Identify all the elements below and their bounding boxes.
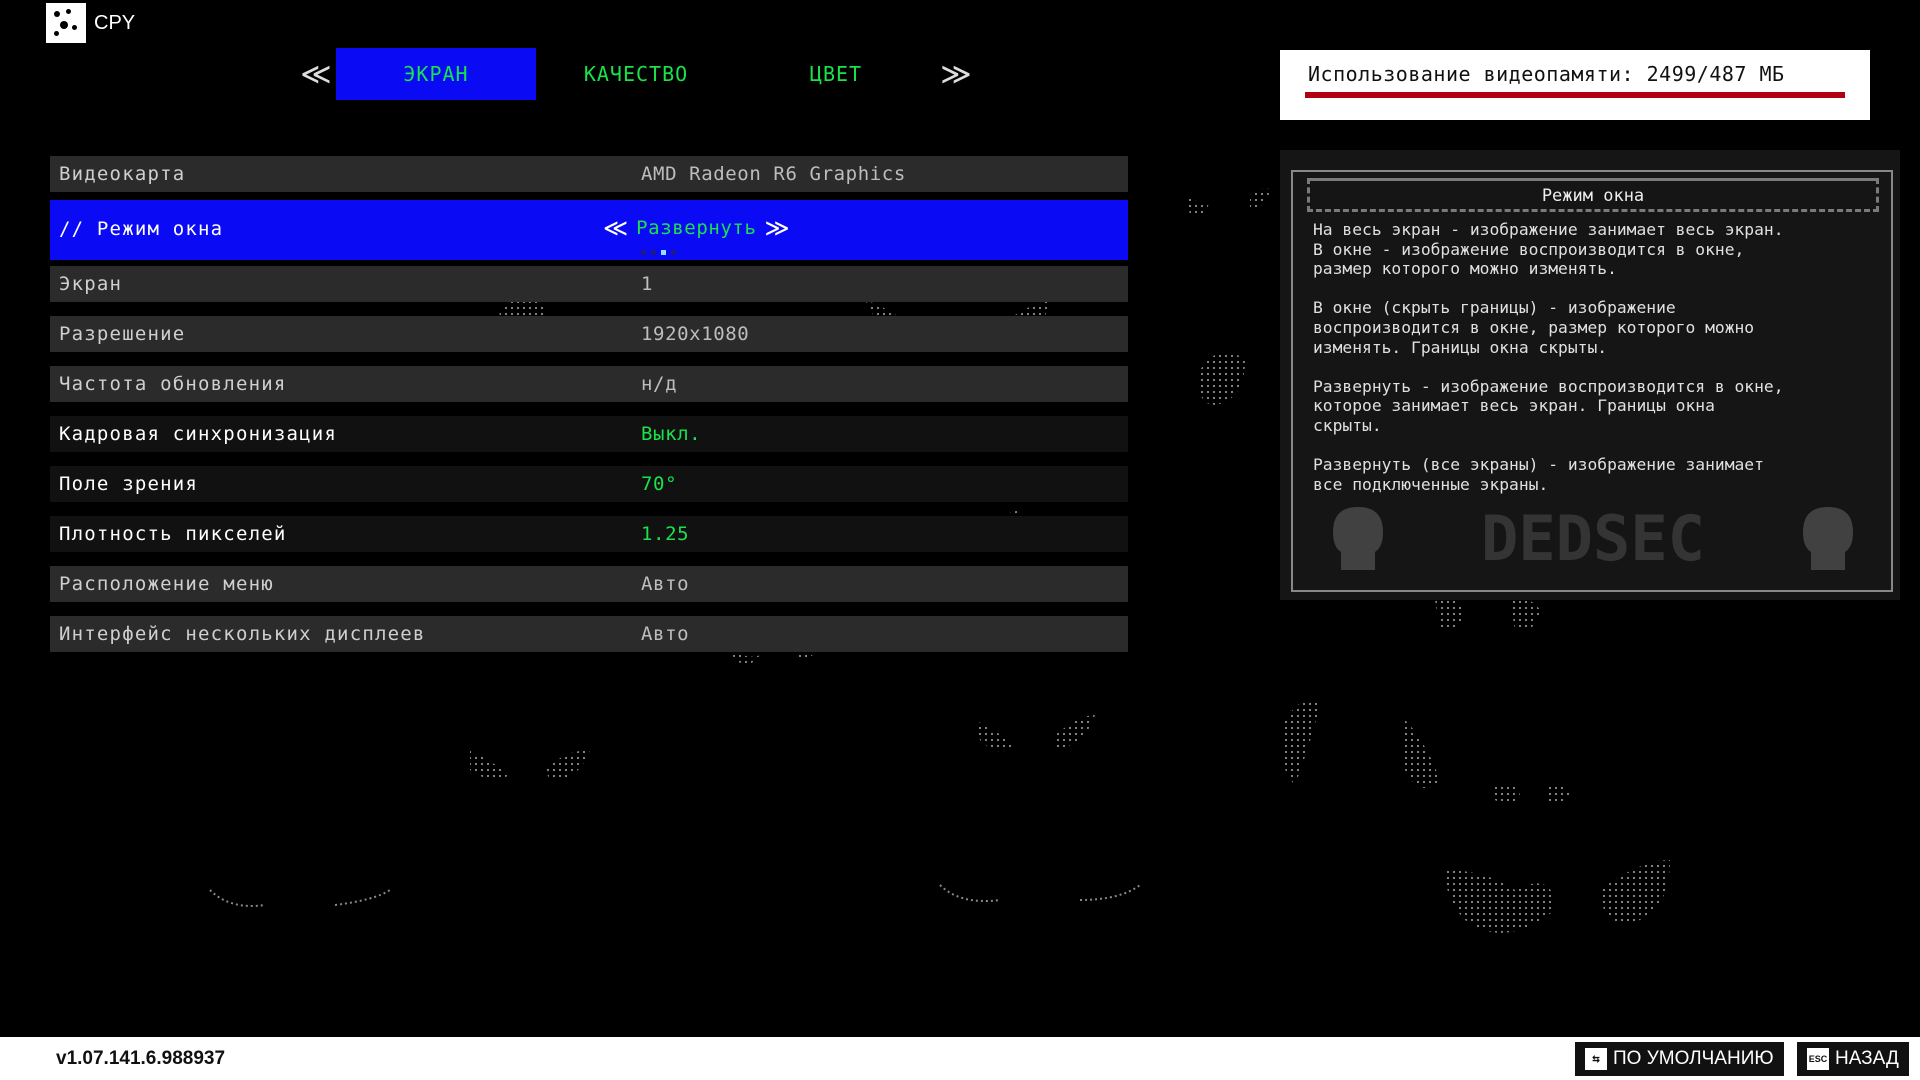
setting-row-resolution[interactable]: Разрешение 1920x1080	[50, 316, 1128, 352]
setting-value: 1.25	[641, 523, 690, 545]
vram-usage-panel: Использование видеопамяти: 2499/487 МБ	[1280, 50, 1870, 120]
setting-row-gpu[interactable]: Видеокарта AMD Radeon R6 Graphics	[50, 156, 1128, 192]
reset-defaults-button[interactable]: ⇆ ПО УМОЛЧАНИЮ	[1575, 1042, 1784, 1076]
logo-text: CPY	[94, 11, 136, 34]
setting-value: н/д	[641, 373, 678, 395]
skull-icon	[1803, 507, 1853, 570]
tab-color[interactable]: ЦВЕТ	[736, 48, 936, 100]
info-paragraph: Развернуть - изображение воспроизводится…	[1313, 376, 1784, 435]
setting-row-window-mode[interactable]: // Режим окна ≪ Развернуть ≫	[50, 200, 1128, 260]
setting-value: AMD Radeon R6 Graphics	[641, 163, 906, 185]
setting-label: Кадровая синхронизация	[59, 423, 338, 445]
setting-label: Частота обновления	[59, 373, 287, 395]
back-label: НАЗАД	[1835, 1048, 1899, 1069]
setting-label: Разрешение	[59, 323, 186, 345]
setting-row-screen[interactable]: Экран 1	[50, 266, 1128, 302]
setting-row-menu-position[interactable]: Расположение меню Авто	[50, 566, 1128, 602]
setting-label: Интерфейс нескольких дисплеев	[59, 623, 426, 645]
info-paragraph: Развернуть (все экраны) - изображение за…	[1313, 455, 1764, 494]
setting-row-vsync[interactable]: Кадровая синхронизация Выкл.	[50, 416, 1128, 452]
selector-next-arrow[interactable]: ≫	[765, 214, 790, 242]
reset-key-icon: ⇆	[1585, 1048, 1607, 1070]
setting-value: Авто	[641, 623, 690, 645]
settings-list: Видеокарта AMD Radeon R6 Graphics // Реж…	[50, 156, 1128, 666]
setting-label: Расположение меню	[59, 573, 274, 595]
setting-value: Авто	[641, 573, 690, 595]
reset-defaults-label: ПО УМОЛЧАНИЮ	[1613, 1048, 1774, 1069]
tab-bar: ≪ ЭКРАН КАЧЕСТВО ЦВЕТ ≫	[296, 48, 976, 100]
selector-prev-arrow[interactable]: ≪	[603, 214, 628, 242]
info-paragraph: На весь экран - изображение занимает вес…	[1313, 220, 1784, 279]
esc-key-icon: ESC	[1807, 1048, 1829, 1070]
version-label: v1.07.141.6.988937	[56, 1048, 226, 1069]
tab-screen[interactable]: ЭКРАН	[336, 48, 536, 100]
watermark-text: DEDSEC	[1481, 502, 1705, 575]
setting-value: Выкл.	[641, 423, 702, 445]
info-panel: Режим окна На весь экран - изображение з…	[1280, 150, 1900, 600]
footer-bar: v1.07.141.6.988937 ⇆ ПО УМОЛЧАНИЮ ESC НА…	[0, 1037, 1920, 1080]
dedsec-watermark: DEDSEC	[1333, 502, 1853, 575]
setting-label: // Режим окна	[59, 218, 224, 240]
setting-value: 1920x1080	[641, 323, 750, 345]
setting-label: Поле зрения	[59, 473, 199, 495]
skull-logo-icon	[46, 3, 86, 43]
vram-usage-bar	[1305, 92, 1845, 98]
setting-label: Видеокарта	[59, 163, 186, 185]
info-paragraph: В окне (скрыть границы) - изображение во…	[1313, 298, 1755, 357]
setting-row-refresh-rate[interactable]: Частота обновления н/д	[50, 366, 1128, 402]
back-button[interactable]: ESC НАЗАД	[1797, 1042, 1909, 1076]
setting-label: Экран	[59, 273, 123, 295]
setting-row-fov[interactable]: Поле зрения 70°	[50, 466, 1128, 502]
info-description: На весь экран - изображение занимает вес…	[1313, 220, 1883, 514]
info-frame: Режим окна На весь экран - изображение з…	[1291, 170, 1893, 592]
app-logo: CPY	[46, 3, 135, 43]
setting-row-multi-display[interactable]: Интерфейс нескольких дисплеев Авто	[50, 616, 1128, 652]
setting-value: 70°	[641, 473, 678, 495]
setting-row-pixel-density[interactable]: Плотность пикселей 1.25	[50, 516, 1128, 552]
setting-value: Развернуть	[636, 217, 757, 239]
setting-label: Плотность пикселей	[59, 523, 287, 545]
tab-next-arrow[interactable]: ≫	[936, 57, 976, 92]
info-title-bar: Режим окна	[1307, 178, 1879, 212]
info-title: Режим окна	[1541, 186, 1645, 206]
window-mode-selector[interactable]: ≪ Развернуть ≫	[603, 214, 790, 242]
option-page-indicator	[641, 250, 676, 255]
tab-prev-arrow[interactable]: ≪	[296, 57, 336, 92]
vram-usage-text: Использование видеопамяти: 2499/487 МБ	[1308, 62, 1785, 86]
tab-quality[interactable]: КАЧЕСТВО	[536, 48, 736, 100]
setting-value: 1	[641, 273, 654, 295]
skull-icon	[1333, 507, 1383, 570]
